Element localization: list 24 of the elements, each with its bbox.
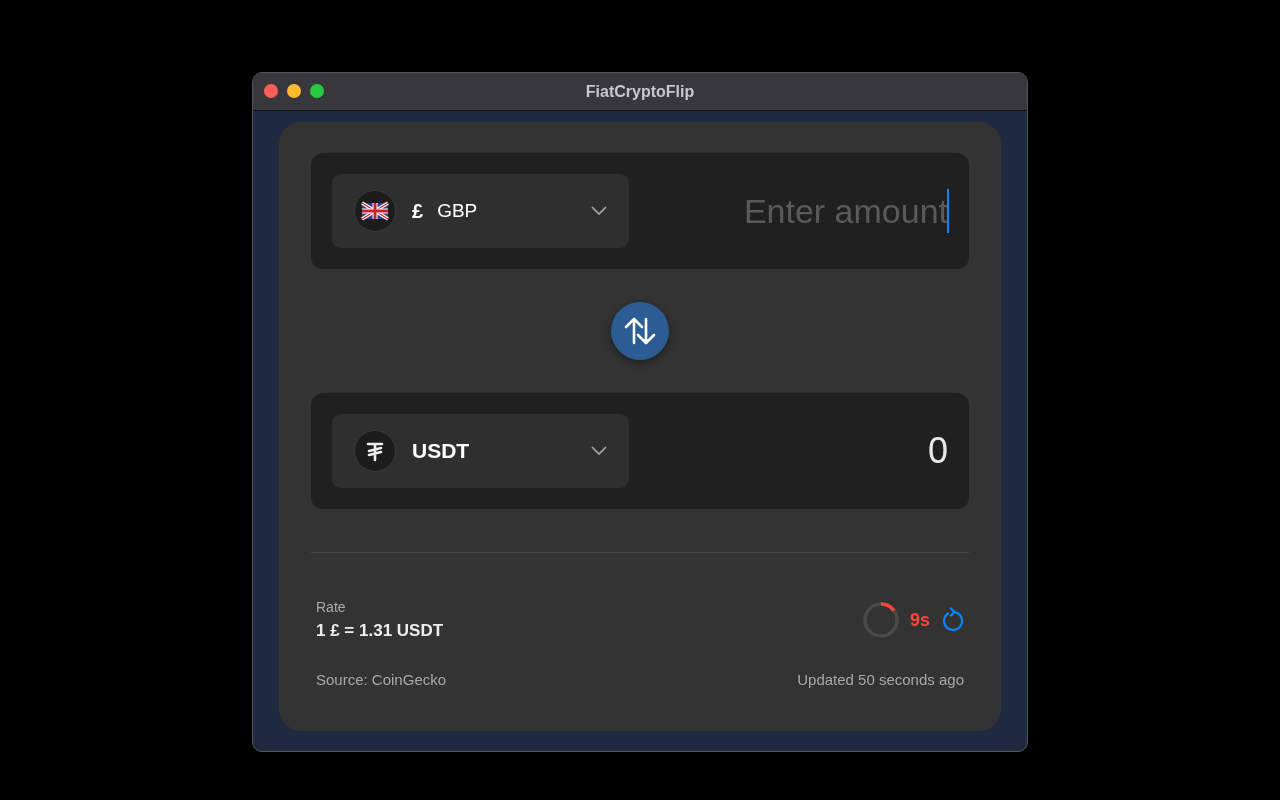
tether-icon (354, 430, 396, 472)
refresh-icon[interactable] (940, 607, 964, 633)
minimize-button[interactable] (287, 84, 301, 98)
swap-arrows-icon (623, 316, 657, 346)
converted-amount: 0 (926, 430, 948, 472)
rate-label: Rate (316, 599, 347, 615)
swap-button[interactable] (611, 302, 669, 360)
currency-code: USDT (412, 439, 471, 463)
rate-value: 1 £ = 1.31 USDT (316, 621, 444, 641)
close-button[interactable] (264, 84, 278, 98)
flag-icon (354, 190, 396, 232)
countdown-text: 9s (909, 609, 930, 631)
countdown-ring (861, 601, 900, 639)
zoom-button[interactable] (310, 84, 324, 98)
currency-symbol: £ (412, 199, 424, 223)
chevron-down-icon (591, 206, 607, 216)
currency-code: GBP (437, 200, 479, 222)
currency-selector[interactable]: £ GBP (332, 174, 629, 248)
amount-field[interactable]: Enter amount (648, 191, 948, 231)
chevron-down-icon (591, 446, 607, 456)
updated-time: Updated 50 seconds ago (797, 671, 964, 688)
currency-selector[interactable]: USDT (332, 414, 629, 488)
source-label: Source: CoinGecko (316, 671, 447, 688)
window-title: FiatCryptoFlip (585, 82, 695, 101)
